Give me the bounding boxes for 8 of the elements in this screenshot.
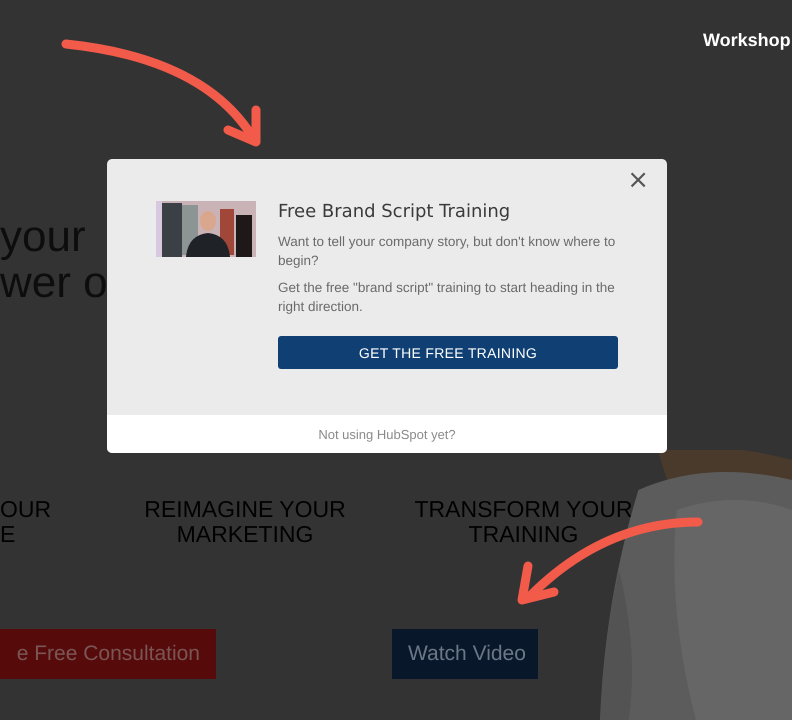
modal-text: Get the free "brand script" training to start heading in the right direction. [278, 279, 616, 316]
training-button[interactable]: GET THE FREE TRAINING [278, 336, 618, 369]
close-button[interactable]: × [623, 167, 653, 193]
nav-link[interactable]: Workshop [703, 30, 791, 51]
hubspot-link[interactable]: Not using HubSpot yet? [318, 426, 456, 442]
video-button[interactable]: Watch Video [392, 629, 538, 679]
modal-text: Want to tell your company story, but don't know where to begin? [278, 233, 616, 270]
modal-title: Free Brand Script Training [278, 201, 512, 222]
